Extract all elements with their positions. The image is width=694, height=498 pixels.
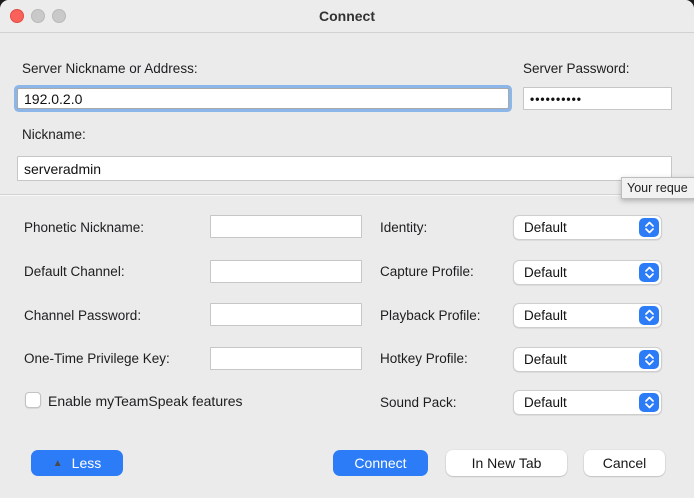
tooltip: Your reque (621, 177, 694, 199)
phonetic-nickname-label: Phonetic Nickname: (24, 220, 144, 235)
capture-profile-select[interactable]: Default (513, 260, 662, 285)
section-divider (0, 194, 694, 196)
in-new-tab-button[interactable]: In New Tab (446, 450, 567, 476)
myteamspeak-checkbox[interactable] (25, 392, 41, 408)
chevron-up-down-icon (639, 263, 659, 282)
playback-profile-select[interactable]: Default (513, 303, 662, 328)
privilege-key-input[interactable] (210, 347, 362, 370)
capture-profile-label: Capture Profile: (380, 264, 474, 279)
window-title: Connect (0, 0, 694, 33)
default-channel-input[interactable] (210, 260, 362, 283)
hotkey-profile-select[interactable]: Default (513, 347, 662, 372)
chevron-up-down-icon (639, 306, 659, 325)
triangle-up-icon: ▲ (53, 458, 63, 469)
sound-pack-label: Sound Pack: (380, 395, 457, 410)
myteamspeak-checkbox-label: Enable myTeamSpeak features (48, 393, 243, 409)
dropdown-value: Default (524, 261, 567, 284)
chevron-up-down-icon (639, 218, 659, 237)
default-channel-label: Default Channel: (24, 264, 125, 279)
nickname-input[interactable] (17, 156, 672, 181)
connect-dialog: Connect Server Nickname or Address: Serv… (0, 0, 694, 498)
connect-button[interactable]: Connect (333, 450, 428, 476)
dropdown-value: Default (524, 304, 567, 327)
server-address-input[interactable] (17, 88, 509, 109)
playback-profile-label: Playback Profile: (380, 308, 481, 323)
identity-select[interactable]: Default (513, 215, 662, 240)
server-address-label: Server Nickname or Address: (22, 61, 198, 76)
channel-password-input[interactable] (210, 303, 362, 326)
cancel-button[interactable]: Cancel (584, 450, 665, 476)
sound-pack-select[interactable]: Default (513, 390, 662, 415)
less-button-label: Less (72, 455, 102, 471)
server-password-input[interactable] (523, 87, 672, 110)
channel-password-label: Channel Password: (24, 308, 141, 323)
dropdown-value: Default (524, 348, 567, 371)
chevron-up-down-icon (639, 393, 659, 412)
dropdown-value: Default (524, 391, 567, 414)
server-password-label: Server Password: (523, 61, 630, 76)
dropdown-value: Default (524, 216, 567, 239)
less-button[interactable]: ▲ Less (31, 450, 123, 476)
nickname-label: Nickname: (22, 127, 86, 142)
privilege-key-label: One-Time Privilege Key: (24, 351, 170, 366)
titlebar[interactable]: Connect (0, 0, 694, 33)
phonetic-nickname-input[interactable] (210, 215, 362, 238)
identity-label: Identity: (380, 220, 427, 235)
chevron-up-down-icon (639, 350, 659, 369)
hotkey-profile-label: Hotkey Profile: (380, 351, 468, 366)
